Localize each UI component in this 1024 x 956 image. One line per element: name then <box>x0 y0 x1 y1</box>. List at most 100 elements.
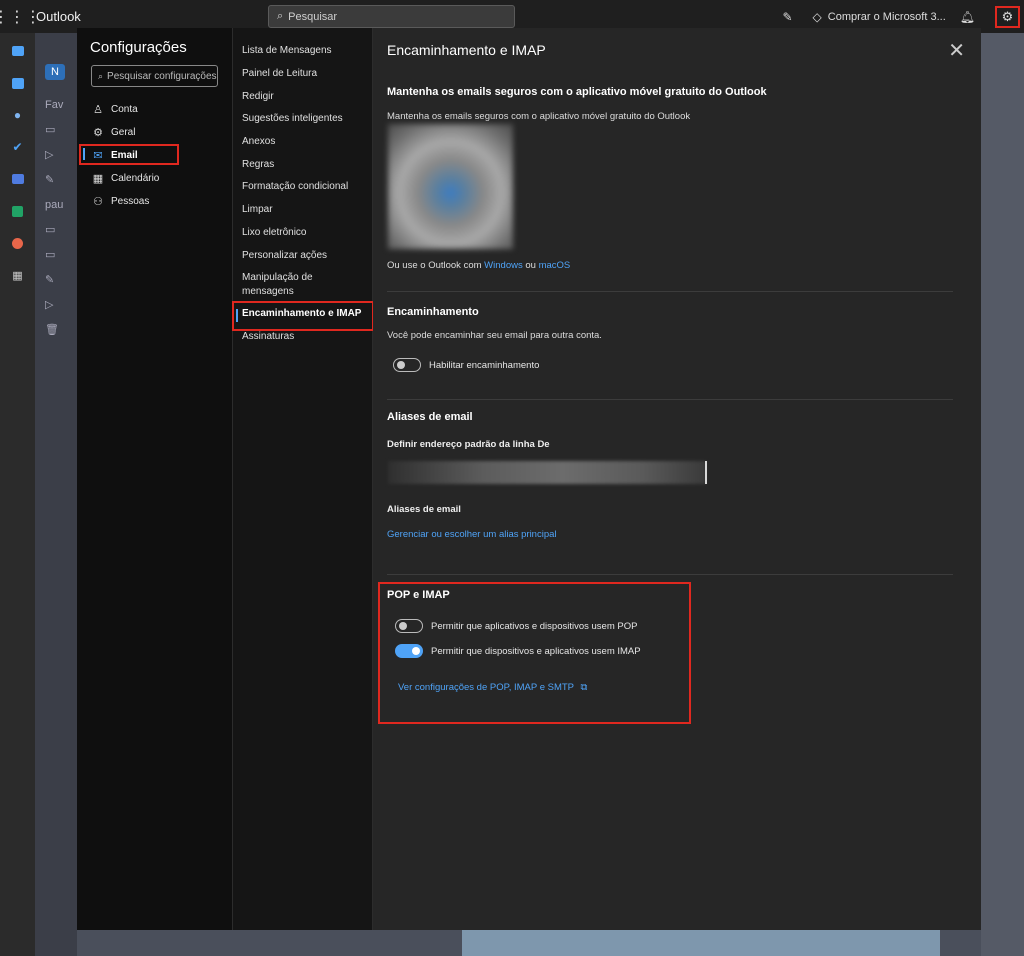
pop-toggle-label: Permitir que aplicativos e dispositivos … <box>431 621 638 632</box>
favorites-header[interactable]: Fav <box>35 92 77 117</box>
also-prefix: Ou use o Outlook com <box>387 260 482 271</box>
forwarding-description: Você pode encaminhar seu email para outr… <box>387 330 602 341</box>
qr-code-image <box>388 124 513 249</box>
subnav-item[interactable]: Redigir <box>233 85 374 108</box>
diamond-icon: ◇ <box>812 9 822 24</box>
mail-folder-pane: N Fav ▭ ▷ ✎ pau ▭ ▭ ✎ ▷ 🗑︎ <box>35 33 77 956</box>
trash-icon[interactable]: 🗑︎ <box>35 317 77 342</box>
subnav-item[interactable]: Lista de Mensagens <box>233 40 374 63</box>
subnav-item[interactable]: Personalizar ações <box>233 244 374 267</box>
settings-gear-button[interactable]: ⚙ <box>995 5 1020 28</box>
calendar-icon[interactable] <box>0 67 35 99</box>
select-edge <box>705 461 707 484</box>
groups-icon[interactable] <box>0 163 35 195</box>
sent-icon[interactable]: ▷ <box>35 292 77 317</box>
settings-search-input[interactable]: ⌕ Pesquisar configurações <box>91 65 218 87</box>
pop-toggle[interactable] <box>395 619 423 633</box>
todo-icon[interactable]: ✔ <box>0 131 35 163</box>
settings-link-label: Ver configurações de POP, IMAP e SMTP <box>398 682 574 693</box>
settings-search-placeholder: Pesquisar configurações <box>107 70 217 82</box>
search-icon: ⌕ <box>277 10 284 22</box>
calendar-icon: ▦ <box>92 173 104 185</box>
search-icon: ⌕ <box>98 70 104 81</box>
active-indicator <box>83 148 85 160</box>
active-indicator <box>236 309 238 322</box>
powerpoint-icon[interactable] <box>0 227 35 259</box>
folder-icon[interactable]: ▭ <box>35 242 77 267</box>
nav-item-calendario[interactable]: ▦ Calendário <box>77 167 232 190</box>
imap-toggle-label: Permitir que dispositivos e aplicativos … <box>431 646 641 657</box>
external-link-icon: ⧉ <box>580 682 588 693</box>
divider <box>387 574 953 575</box>
toggle-knob <box>412 647 420 655</box>
other-platforms-text: Ou use o Outlook com Windows ou macOS <box>387 260 570 271</box>
subnav-item[interactable]: Painel de Leitura <box>233 63 374 86</box>
account-header[interactable]: pau <box>35 192 77 217</box>
note-icon: ✎ <box>782 9 793 24</box>
sent-icon[interactable]: ▷ <box>35 142 77 167</box>
subnav-item[interactable]: Sugestões inteligentes <box>233 108 374 131</box>
nav-item-geral[interactable]: ⚙ Geral <box>77 121 232 144</box>
excel-icon[interactable] <box>0 195 35 227</box>
apps-icon[interactable]: ▦ <box>0 259 35 291</box>
gear-icon: ⚙ <box>93 127 103 139</box>
subnav-item[interactable]: Anexos <box>233 131 374 154</box>
subnav-item[interactable]: Manipulação de mensagens <box>233 267 374 303</box>
gear-icon: ⚙ <box>1001 8 1014 24</box>
settings-categories: Configurações ⌕ Pesquisar configurações … <box>77 28 232 930</box>
search-input[interactable]: ⌕ Pesquisar <box>268 5 515 28</box>
pop-imap-heading: POP e IMAP <box>387 589 450 601</box>
macos-link[interactable]: macOS <box>539 260 571 271</box>
inbox-icon[interactable]: ▭ <box>35 117 77 142</box>
forwarding-toggle-label: Habilitar encaminhamento <box>429 360 540 371</box>
from-address-label: Definir endereço padrão da linha De <box>387 439 550 450</box>
from-address-select[interactable] <box>388 461 706 484</box>
settings-title: Configurações <box>90 39 187 56</box>
imap-toggle[interactable] <box>395 644 423 658</box>
windows-link[interactable]: Windows <box>484 260 523 271</box>
note-button[interactable]: ✎ <box>782 10 798 24</box>
buy-label: Comprar o Microsoft 3... <box>827 10 946 23</box>
or-word: ou <box>525 260 536 271</box>
subnav-item[interactable]: Regras <box>233 153 374 176</box>
divider <box>387 399 953 400</box>
forwarding-heading: Encaminhamento <box>387 306 479 318</box>
nav-item-pessoas[interactable]: ⚇ Pessoas <box>77 190 232 213</box>
drafts-icon[interactable]: ✎ <box>35 167 77 192</box>
folder-icon[interactable]: ▭ <box>35 217 77 242</box>
toggle-knob <box>399 622 407 630</box>
close-icon[interactable]: ✕ <box>948 38 965 63</box>
manage-aliases-link[interactable]: Gerenciar ou escolher um alias principal <box>387 529 557 540</box>
panel-title: Encaminhamento e IMAP <box>387 42 546 58</box>
search-placeholder: Pesquisar <box>288 10 338 23</box>
settings-dialog: Configurações ⌕ Pesquisar configurações … <box>77 28 981 930</box>
toggle-knob <box>397 361 405 369</box>
imap-highlight-box <box>232 301 374 331</box>
app-rail: ● ✔ ▦ <box>0 33 35 956</box>
people-icon: ⚇ <box>93 196 103 208</box>
app-name[interactable]: Outlook <box>36 9 81 24</box>
nav-label: Geral <box>111 127 136 138</box>
buy-microsoft-button[interactable]: ◇ Comprar o Microsoft 3... <box>813 10 946 24</box>
mobile-subtext: Mantenha os emails seguros com o aplicat… <box>387 111 691 122</box>
subnav-item[interactable]: Formatação condicional <box>233 176 374 199</box>
pop-imap-smtp-settings-link[interactable]: Ver configurações de POP, IMAP e SMTP ⧉ <box>398 682 587 693</box>
nav-item-conta[interactable]: ♙ Conta <box>77 98 232 121</box>
drafts-icon[interactable]: ✎ <box>35 267 77 292</box>
aliases-label: Aliases de email <box>387 504 461 515</box>
person-icon: ♙ <box>93 104 103 116</box>
forwarding-toggle[interactable] <box>393 358 421 372</box>
notifications-button[interactable]: 🔔︎ <box>960 10 981 24</box>
reading-pane-edge <box>981 33 1024 956</box>
mail-icon[interactable] <box>0 35 35 67</box>
aliases-heading: Aliases de email <box>387 411 473 423</box>
new-mail-button[interactable]: N <box>35 59 77 84</box>
background-strip <box>462 930 940 956</box>
divider <box>387 291 953 292</box>
people-icon[interactable]: ● <box>0 99 35 131</box>
subnav-item[interactable]: Limpar <box>233 199 374 222</box>
nav-label: Pessoas <box>111 196 150 207</box>
bell-icon: 🔔︎ <box>959 9 975 24</box>
subnav-item[interactable]: Lixo eletrônico <box>233 222 374 245</box>
app-launcher-icon[interactable]: ⋮⋮⋮ <box>0 0 41 33</box>
